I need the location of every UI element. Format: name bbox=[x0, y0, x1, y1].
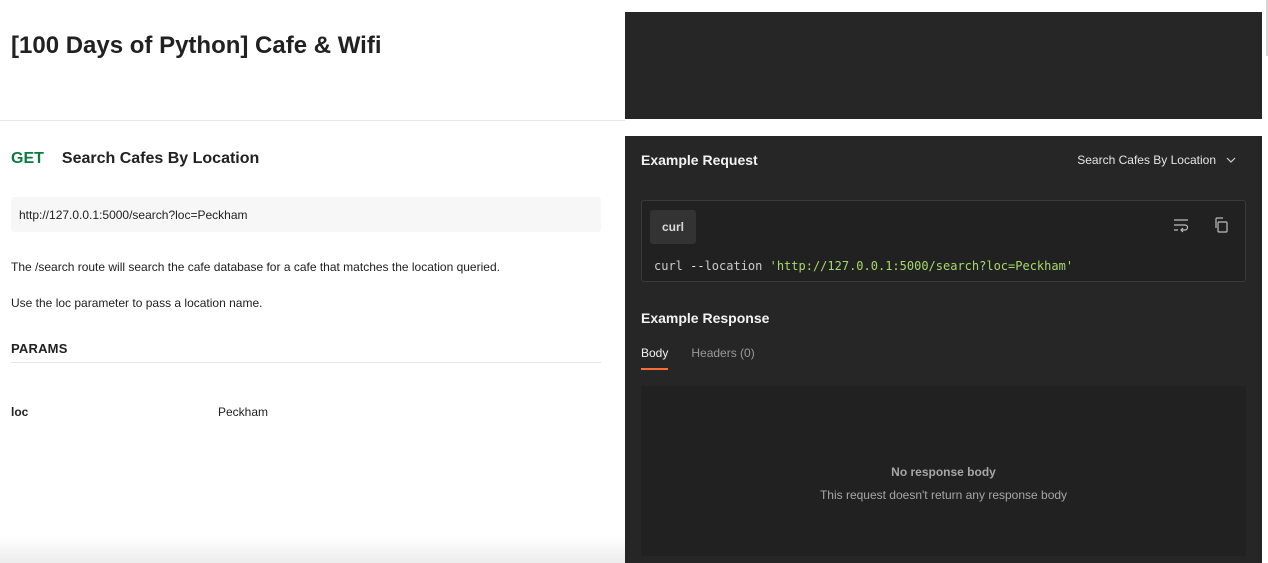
empty-state-title: No response body bbox=[891, 464, 996, 479]
bottom-fade bbox=[0, 537, 625, 563]
code-flag: -- bbox=[690, 259, 705, 273]
dark-panel-top bbox=[625, 12, 1262, 119]
method-badge: GET bbox=[11, 150, 44, 167]
params-heading: PARAMS bbox=[11, 341, 601, 363]
response-tabs: Body Headers (0) bbox=[641, 346, 755, 370]
example-selector-label: Search Cafes By Location bbox=[1077, 153, 1216, 167]
description-line-2: Use the loc parameter to pass a location… bbox=[11, 296, 263, 310]
request-url[interactable]: http://127.0.0.1:5000/search?loc=Peckham bbox=[11, 197, 601, 232]
divider bbox=[0, 120, 625, 121]
code-command: curl bbox=[654, 259, 691, 273]
response-body: No response body This request doesn't re… bbox=[641, 386, 1246, 556]
param-key: loc bbox=[11, 405, 29, 419]
wrap-lines-icon[interactable] bbox=[1172, 216, 1190, 234]
code-option: location bbox=[704, 259, 770, 273]
empty-state-subtitle: This request doesn't return any response… bbox=[819, 487, 1068, 502]
request-name: Search Cafes By Location bbox=[61, 150, 260, 167]
description-line-1: The /search route will search the cafe d… bbox=[11, 260, 500, 274]
copy-icon[interactable] bbox=[1212, 216, 1230, 234]
example-selector[interactable]: Search Cafes By Location bbox=[1077, 153, 1236, 167]
tab-body[interactable]: Body bbox=[641, 346, 669, 370]
language-tab[interactable]: curl bbox=[650, 210, 696, 244]
tab-headers[interactable]: Headers (0) bbox=[691, 346, 754, 370]
code-url-string: 'http://127.0.0.1:5000/search?loc=Peckha… bbox=[769, 259, 1074, 273]
param-value: Peckham bbox=[218, 405, 269, 419]
request-header: GET Search Cafes By Location bbox=[11, 150, 259, 168]
example-request-title: Example Request bbox=[641, 152, 758, 168]
chevron-down-icon bbox=[1226, 157, 1236, 163]
code-snippet: curl curl --location 'http://127.0.0.1:5… bbox=[641, 200, 1246, 282]
collection-title: [100 Days of Python] Cafe & Wifi bbox=[11, 32, 382, 59]
example-response-title: Example Response bbox=[641, 310, 770, 326]
code-line: curl --location 'http://127.0.0.1:5000/s… bbox=[654, 259, 1073, 273]
example-panel: Example Request Search Cafes By Location… bbox=[625, 136, 1262, 563]
documentation-pane: [100 Days of Python] Cafe & Wifi GET Sea… bbox=[0, 0, 625, 563]
